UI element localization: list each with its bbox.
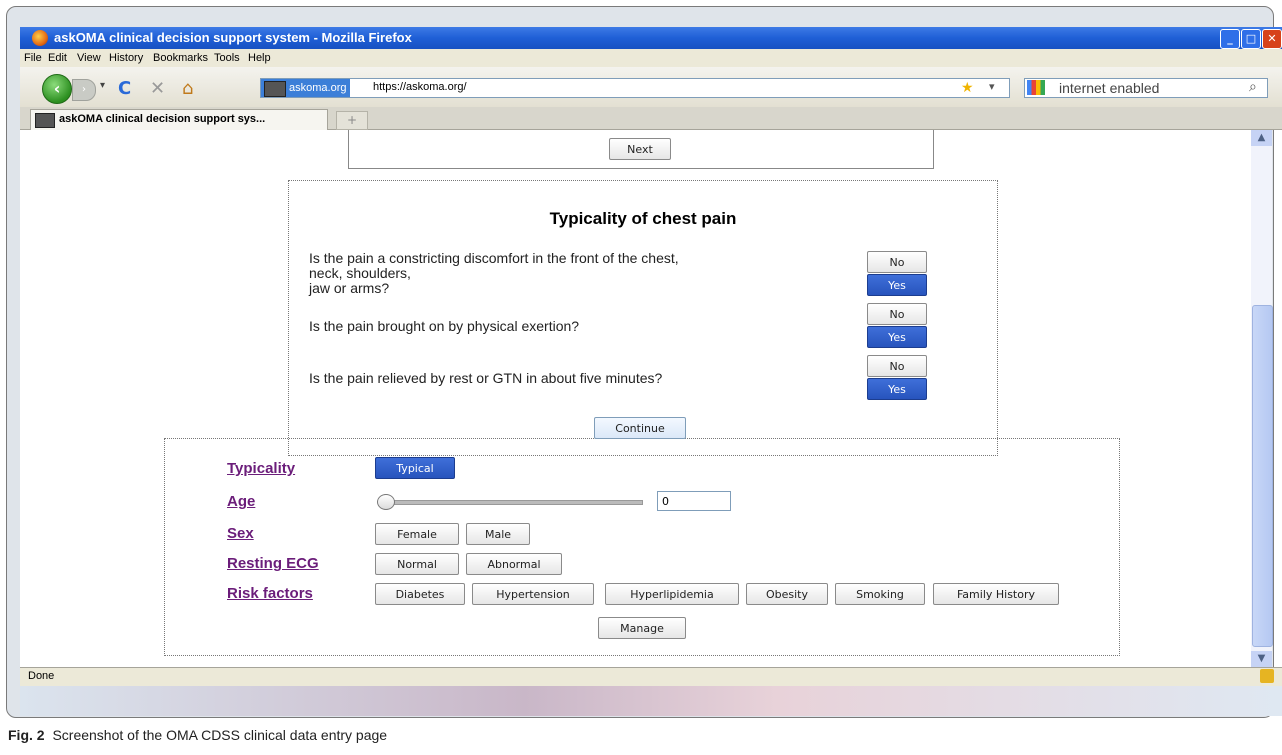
resting-ecg-label[interactable]: Resting ECG	[227, 555, 319, 572]
question-1-line-2: neck, shoulders,	[309, 265, 411, 281]
figure-caption-text: Screenshot of the OMA CDSS clinical data…	[52, 727, 388, 743]
scroll-down-icon[interactable]: ▼	[1251, 651, 1272, 667]
risk-hypertension-button[interactable]: Hypertension	[472, 583, 594, 605]
navigation-bar: ‹ › ▾ C ✕ ⌂ askoma.org https://askoma.or…	[20, 67, 1282, 107]
question-1: Is the pain a constricting discomfort in…	[309, 251, 679, 296]
continue-button[interactable]: Continue	[594, 417, 686, 439]
age-input[interactable]: 0	[657, 491, 731, 511]
window-titlebar: askOMA clinical decision support system …	[20, 27, 1282, 49]
back-button[interactable]: ‹	[42, 74, 72, 104]
question-1-line-3: jaw or arms?	[309, 280, 390, 296]
q2-no-button[interactable]: No	[867, 303, 927, 325]
age-slider-handle[interactable]	[377, 494, 395, 510]
risk-diabetes-button[interactable]: Diabetes	[375, 583, 465, 605]
menu-help[interactable]: Help	[248, 52, 271, 64]
url-dropdown-icon[interactable]: ▾	[989, 80, 995, 93]
search-icon[interactable]: ⌕	[1249, 78, 1257, 95]
q3-no-button[interactable]: No	[867, 355, 927, 377]
figure-number: Fig. 2	[8, 727, 45, 743]
page-content: Next Typicality of chest pain Is the pai…	[20, 130, 1251, 667]
age-slider-track[interactable]	[383, 500, 643, 505]
status-bar: Done	[20, 667, 1282, 686]
question-1-line-1: Is the pain a constricting discomfort in…	[309, 250, 679, 266]
scrollbar-thumb[interactable]	[1252, 305, 1273, 647]
menu-tools[interactable]: Tools	[214, 52, 240, 64]
next-button[interactable]: Next	[609, 138, 671, 160]
age-label[interactable]: Age	[227, 493, 255, 510]
site-badge-label: askoma.org	[289, 82, 347, 94]
search-box[interactable]: internet enabled ⌕	[1024, 78, 1268, 98]
ecg-normal-button[interactable]: Normal	[375, 553, 459, 575]
reload-icon[interactable]: C	[118, 78, 131, 99]
vertical-scrollbar[interactable]: ▲ ▼	[1251, 130, 1273, 667]
tab-title: askOMA clinical decision support sys...	[59, 113, 266, 125]
figure-caption: Fig. 2 Screenshot of the OMA CDSS clinic…	[8, 727, 387, 743]
new-tab-button[interactable]: +	[336, 111, 368, 130]
risk-family-history-button[interactable]: Family History	[933, 583, 1059, 605]
stop-icon[interactable]: ✕	[150, 78, 165, 99]
previous-panel: Next	[348, 130, 934, 169]
home-icon[interactable]: ⌂	[182, 78, 193, 99]
menu-file[interactable]: File	[24, 52, 42, 64]
chest-pain-panel: Typicality of chest pain Is the pain a c…	[288, 180, 998, 456]
lock-icon[interactable]	[1260, 669, 1274, 683]
url-text[interactable]: https://askoma.org/	[373, 81, 467, 93]
scroll-up-icon[interactable]: ▲	[1251, 130, 1272, 146]
risk-smoking-button[interactable]: Smoking	[835, 583, 925, 605]
tab-askoma[interactable]: askOMA clinical decision support sys...	[30, 109, 328, 130]
question-2: Is the pain brought on by physical exert…	[309, 318, 580, 334]
search-input[interactable]: internet enabled	[1059, 81, 1159, 96]
risk-factors-label[interactable]: Risk factors	[227, 585, 313, 602]
maximize-button[interactable]: □	[1241, 29, 1261, 49]
ecg-abnormal-button[interactable]: Abnormal	[466, 553, 562, 575]
history-dropdown-icon[interactable]: ▾	[100, 80, 105, 91]
menu-bar: File Edit View History Bookmarks Tools H…	[20, 49, 1282, 67]
sex-male-button[interactable]: Male	[466, 523, 530, 545]
risk-obesity-button[interactable]: Obesity	[746, 583, 828, 605]
clinical-summary-panel: Typicality Typical Age 0 Sex Female Male…	[164, 438, 1120, 656]
q1-yes-button[interactable]: Yes	[867, 274, 927, 296]
q2-yes-button[interactable]: Yes	[867, 326, 927, 348]
typicality-label[interactable]: Typicality	[227, 460, 295, 477]
window-title: askOMA clinical decision support system …	[54, 30, 412, 45]
question-3: Is the pain relieved by rest or GTN in a…	[309, 370, 663, 386]
q3-yes-button[interactable]: Yes	[867, 378, 927, 400]
manage-button[interactable]: Manage	[598, 617, 686, 639]
tab-strip: askOMA clinical decision support sys... …	[20, 107, 1282, 130]
tab-favicon-icon	[35, 113, 55, 128]
chest-pain-title: Typicality of chest pain	[549, 209, 737, 228]
menu-view[interactable]: View	[77, 52, 101, 64]
address-bar[interactable]: askoma.org https://askoma.org/ ★ ▾	[260, 78, 1010, 98]
forward-button[interactable]: ›	[72, 79, 96, 101]
search-engine-icon[interactable]	[1027, 80, 1045, 95]
menu-bookmarks[interactable]: Bookmarks	[153, 52, 208, 64]
minimize-button[interactable]: _	[1220, 29, 1240, 49]
status-text: Done	[28, 670, 55, 682]
desktop-background	[20, 686, 1282, 716]
q1-no-button[interactable]: No	[867, 251, 927, 273]
bookmark-star-icon[interactable]: ★	[961, 79, 974, 96]
firefox-icon	[32, 30, 48, 46]
menu-edit[interactable]: Edit	[48, 52, 67, 64]
risk-hyperlipidemia-button[interactable]: Hyperlipidemia	[605, 583, 739, 605]
close-button[interactable]: ✕	[1262, 29, 1282, 49]
site-identity-badge[interactable]: askoma.org	[261, 79, 351, 97]
sex-label[interactable]: Sex	[227, 525, 254, 542]
menu-history[interactable]: History	[109, 52, 143, 64]
typicality-typical-button[interactable]: Typical	[375, 457, 455, 479]
sex-female-button[interactable]: Female	[375, 523, 459, 545]
site-favicon-icon	[264, 81, 286, 97]
